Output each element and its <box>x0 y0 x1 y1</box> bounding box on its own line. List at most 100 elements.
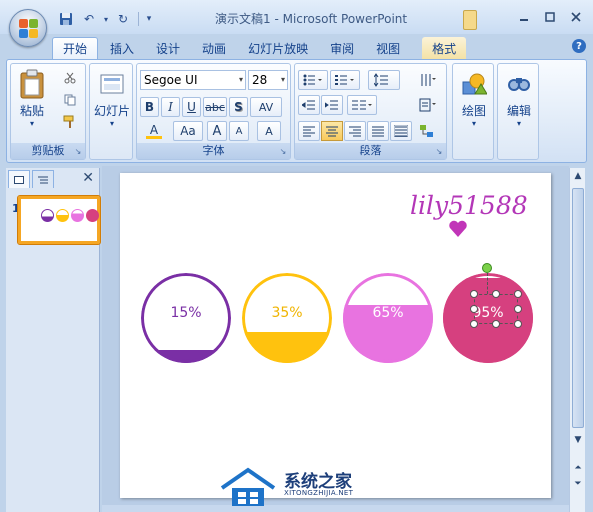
customize-qat-icon[interactable]: ▾ <box>144 10 154 28</box>
new-slide-button[interactable]: 幻灯片 ▾ <box>91 68 133 128</box>
gauge-15[interactable]: 15% <box>141 273 231 363</box>
font-size-dropdown-icon: ▾ <box>280 75 285 84</box>
help-icon[interactable]: ? <box>572 39 586 53</box>
change-case-button[interactable]: Aa <box>173 121 203 141</box>
drawing-tools-marker <box>463 10 477 30</box>
minimize-icon[interactable] <box>511 8 537 26</box>
close-icon[interactable] <box>563 8 589 26</box>
copy-icon[interactable] <box>59 90 81 110</box>
selected-textbox[interactable] <box>470 290 522 328</box>
undo-icon[interactable]: ↶ <box>79 10 99 28</box>
increase-indent-button[interactable] <box>321 95 343 115</box>
align-right-button[interactable] <box>344 121 366 141</box>
format-painter-icon[interactable] <box>59 112 81 132</box>
paragraph-group: 段落 ↘ <box>294 63 447 160</box>
resize-handle[interactable] <box>492 320 500 328</box>
shrink-font-button[interactable]: A <box>229 121 249 141</box>
next-slide-icon[interactable]: ⏷ <box>570 476 586 492</box>
align-text-icon[interactable] <box>415 95 441 115</box>
tab-view[interactable]: 视图 <box>366 37 410 59</box>
redo-icon[interactable]: ↻ <box>113 10 133 28</box>
scroll-down-icon[interactable]: ▼ <box>570 432 586 448</box>
clear-formatting-button[interactable]: A <box>257 121 281 141</box>
columns-button[interactable] <box>347 95 377 115</box>
resize-handle[interactable] <box>470 320 478 328</box>
char-spacing-button[interactable]: AV <box>250 97 282 117</box>
resize-handle[interactable] <box>470 305 478 313</box>
undo-dropdown-icon[interactable]: ▾ <box>102 10 110 28</box>
gauge-label: 15% <box>170 305 202 321</box>
bold-button[interactable]: B <box>140 97 159 117</box>
slide-thumbnail-1[interactable] <box>17 195 101 245</box>
tab-slideshow[interactable]: 幻灯片放映 <box>238 37 318 59</box>
resize-handle[interactable] <box>492 290 500 298</box>
gauge-label: 35% <box>271 305 303 321</box>
paste-dropdown-icon: ▾ <box>29 119 34 128</box>
tab-slides-thumbnails[interactable] <box>8 170 30 188</box>
maximize-icon[interactable] <box>537 8 563 26</box>
watermark: 系统之家 XITONGZHIJIA.NET <box>218 462 388 512</box>
font-launcher-icon[interactable]: ↘ <box>278 147 288 157</box>
tab-format[interactable]: 格式 <box>422 37 467 59</box>
resize-handle[interactable] <box>514 305 522 313</box>
close-pane-icon[interactable]: ✕ <box>82 170 94 186</box>
tab-review[interactable]: 审阅 <box>320 37 364 59</box>
previous-slide-icon[interactable]: ⏶ <box>570 460 586 476</box>
gauge-label: 65% <box>372 305 404 321</box>
resize-handle[interactable] <box>470 290 478 298</box>
align-left-button[interactable] <box>298 121 320 141</box>
tab-animations[interactable]: 动画 <box>192 37 236 59</box>
text-shadow-button[interactable]: S <box>229 97 248 117</box>
ribbon: 粘贴 ▾ 剪贴板 ↘ 幻灯片 ▾ Segoe UI ▾ 28 ▾ B I U a… <box>6 59 587 163</box>
bullets-button[interactable] <box>298 70 328 90</box>
align-center-button[interactable] <box>321 121 343 141</box>
gauge-fill <box>141 349 231 363</box>
editing-group: 编辑 ▾ <box>497 63 539 160</box>
smartart-icon[interactable] <box>415 121 441 141</box>
resize-handle[interactable] <box>514 320 522 328</box>
text-direction-icon[interactable] <box>415 70 441 90</box>
gauge-65[interactable]: 65% <box>343 273 433 363</box>
grow-font-button[interactable]: A <box>207 121 227 141</box>
numbering-button[interactable] <box>330 70 360 90</box>
save-icon[interactable] <box>56 10 76 28</box>
clipboard-launcher-icon[interactable]: ↘ <box>73 147 83 157</box>
font-color-label: A <box>149 122 159 137</box>
distributed-button[interactable] <box>390 121 412 141</box>
underline-button[interactable]: U <box>182 97 201 117</box>
window-controls <box>511 8 589 26</box>
justify-button[interactable] <box>367 121 389 141</box>
editing-button[interactable]: 编辑 ▾ <box>499 68 539 128</box>
font-color-button[interactable]: A <box>140 121 168 141</box>
vertical-scrollbar[interactable]: ▲ ▼ ⏶ ⏷ <box>569 168 585 512</box>
font-name-combo[interactable]: Segoe UI ▾ <box>140 70 246 90</box>
drawing-group: 绘图 ▾ <box>452 63 494 160</box>
drawing-button[interactable]: 绘图 ▾ <box>454 68 494 128</box>
italic-button[interactable]: I <box>161 97 180 117</box>
paragraph-launcher-icon[interactable]: ↘ <box>434 147 444 157</box>
paste-button[interactable]: 粘贴 ▾ <box>15 68 49 128</box>
clipboard-group: 粘贴 ▾ 剪贴板 ↘ <box>10 63 86 160</box>
strikethrough-button[interactable]: abc <box>203 97 227 117</box>
signature-text[interactable]: lily51588 <box>410 191 528 220</box>
new-slide-icon <box>96 68 128 100</box>
office-button[interactable] <box>9 9 47 47</box>
font-size-combo[interactable]: 28 ▾ <box>248 70 288 90</box>
tab-design[interactable]: 设计 <box>146 37 190 59</box>
slide-canvas[interactable]: lily51588 15% 35% 65% 95% <box>120 173 551 498</box>
watermark-logo <box>220 467 276 506</box>
rotation-handle[interactable] <box>482 263 492 273</box>
pane-tabs: ✕ <box>6 168 100 190</box>
line-spacing-button[interactable] <box>368 70 400 90</box>
scroll-up-icon[interactable]: ▲ <box>570 168 586 184</box>
scroll-thumb[interactable] <box>572 188 584 428</box>
cut-icon[interactable] <box>59 68 81 88</box>
tab-insert[interactable]: 插入 <box>100 37 144 59</box>
thumb-circle <box>86 209 99 222</box>
resize-handle[interactable] <box>514 290 522 298</box>
gauge-35[interactable]: 35% <box>242 273 332 363</box>
thumb-circle <box>56 209 69 222</box>
tab-home[interactable]: 开始 <box>52 37 99 59</box>
decrease-indent-button[interactable] <box>298 95 320 115</box>
tab-outline[interactable] <box>32 170 54 188</box>
